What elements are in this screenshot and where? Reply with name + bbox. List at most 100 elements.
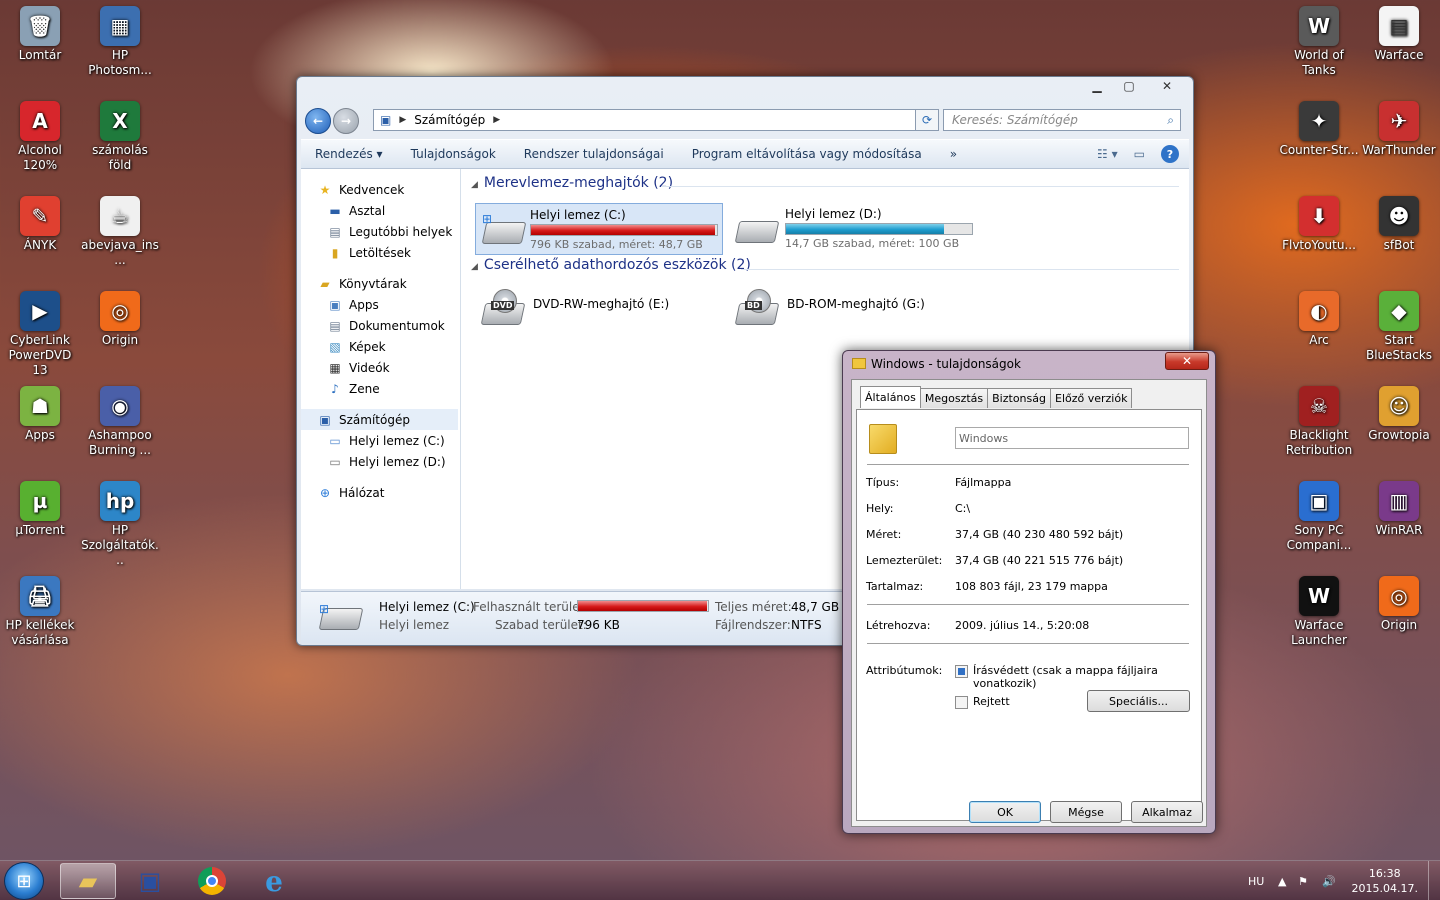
cancel-button[interactable]: Mégse [1050,801,1122,823]
desktop-icon-flvto[interactable]: ⬇ FlvtoYoutu... [1277,196,1361,253]
explorer-folder-icon: ▰ [78,867,98,895]
desktop-icon-blacklight[interactable]: ☠ Blacklight Retribution [1277,386,1361,458]
desktop-icon-hp-services[interactable]: hp HP Szolgáltatók... [78,481,162,568]
nav-music[interactable]: ♪ Zene [301,378,460,399]
desktop-icon-counter-strike[interactable]: ✦ Counter-Str... [1277,101,1361,158]
drive-c-name: Helyi lemez (C:) [530,208,626,222]
separator [867,464,1189,465]
nav-favorites[interactable]: ★ Kedvencek [301,179,460,200]
desktop-icon-label: CyberLink PowerDVD 13 [8,333,72,377]
desktop-icon-excel-file[interactable]: Xszámolás föld [78,101,162,173]
taskbar-internet-explorer[interactable]: e [246,863,302,899]
nav-downloads[interactable]: ▮ Letöltések [301,242,460,263]
action-center-icon[interactable]: ⚑ [1298,861,1308,900]
hidden-checkbox[interactable] [955,696,968,709]
drive-d-item[interactable]: Helyi lemez (D:) 14,7 GB szabad, méret: … [729,203,977,255]
computer-icon: ▣ [380,113,392,127]
dvd-drive-item[interactable]: DVD DVD-RW-meghajtó (E:) [475,285,723,337]
preview-pane-icon[interactable]: ▭ [1134,147,1145,161]
minimize-button[interactable]: ▁ [1081,77,1113,95]
breadcrumb-computer[interactable]: Számítógép [414,113,485,127]
nav-network[interactable]: ⊕ Hálózat [301,482,460,503]
nav-apps[interactable]: ▣ Apps [301,294,460,315]
desktop-icon-winrar[interactable]: ▥ WinRAR [1357,481,1440,538]
tab-security[interactable]: Biztonság [987,388,1051,408]
nav-pictures[interactable]: ▧ Képek [301,336,460,357]
desktop-icon-arc[interactable]: ◐ Arc [1277,291,1361,348]
clock[interactable]: 16:38 2015.04.17. [1352,866,1418,896]
desktop-icon-bluestacks[interactable]: ◆ Start BlueStacks [1357,291,1440,363]
nav-documents[interactable]: ▤ Dokumentumok [301,315,460,336]
nav-drive-d[interactable]: ▭ Helyi lemez (D:) [301,451,460,472]
desktop-icon-hp-supplies[interactable]: 🖨 HP kellékek vásárlása [0,576,82,648]
details-name: Helyi lemez (C:) [379,600,475,614]
uninstall-program-button[interactable]: Program eltávolítása vagy módosítása [678,147,936,161]
organize-button[interactable]: Rendezés ▾ [301,147,397,161]
nav-desktop[interactable]: ▬ Asztal [301,200,460,221]
drive-c-item[interactable]: ⊞ Helyi lemez (C:) 796 KB szabad, méret:… [475,203,723,255]
volume-icon[interactable]: 🔊 [1322,861,1336,900]
desktop-icon-sfbot[interactable]: ☻ sfBot [1357,196,1440,253]
folder-name-field[interactable]: Windows [955,427,1189,449]
removable-group-header[interactable]: ◢ Cserélhető adathordozós eszközök (2) [471,257,751,273]
language-indicator[interactable]: HU [1248,861,1264,900]
desktop-icon-utorrent[interactable]: µ µTorrent [0,481,82,538]
desktop-icon-origin[interactable]: ◎ Origin [78,291,162,348]
show-hidden-icons-icon[interactable]: ▲ [1278,861,1286,900]
desktop-icon-warface[interactable]: ▤ Warface [1357,6,1440,63]
desktop-icon-sony-pc-companion[interactable]: ▣ Sony PC Compani... [1277,481,1361,553]
hidden-label[interactable]: Rejtett [973,695,1010,708]
address-bar[interactable]: ▣ ▶ Számítógép ▶ ▼ [373,109,937,131]
nav-libraries[interactable]: ▰ Könyvtárak [301,273,460,294]
desktop-icon-anyk[interactable]: ✎ ÁNYK [0,196,82,253]
bd-drive-item[interactable]: BD BD-ROM-meghajtó (G:) [729,285,977,337]
refresh-button[interactable]: ⟳ [915,109,939,131]
view-options-icon[interactable]: ☷ ▾ [1097,147,1118,161]
properties-button[interactable]: Tulajdonságok [397,147,510,161]
desktop-icon-label: számolás föld [92,143,148,172]
readonly-checkbox[interactable] [955,665,968,678]
system-properties-button[interactable]: Rendszer tulajdonságai [510,147,678,161]
maximize-button[interactable]: ▢ [1113,77,1145,95]
hdd-group-header[interactable]: ◢ Merevlemez-meghajtók (2) [471,175,673,191]
desktop-icon-alcohol-120[interactable]: A Alcohol 120% [0,101,82,173]
tab-general[interactable]: Általános [860,386,921,408]
taskbar-explorer[interactable]: ▰ [60,863,116,899]
android-apps-icon: ☗ [20,386,60,426]
breadcrumb-chevron-icon[interactable]: ▶ [493,115,500,125]
readonly-label[interactable]: Írásvédett (csak a mappa fájljaira vonat… [973,664,1201,690]
desktop-icon-powerdvd[interactable]: ▶ CyberLink PowerDVD 13 [0,291,82,378]
show-desktop-button[interactable] [1428,861,1440,900]
close-button[interactable]: ✕ [1145,77,1189,95]
search-icon[interactable]: ⌕ [1167,113,1174,128]
desktop-icon-warface-launcher[interactable]: W Warface Launcher [1277,576,1361,648]
bd-drive-icon: BD [733,289,781,329]
taskbar-save-app[interactable]: ▣ [122,863,178,899]
tab-sharing[interactable]: Megosztás [919,388,989,408]
ok-button[interactable]: OK [969,801,1041,823]
tab-previous-versions[interactable]: Előző verziók [1050,388,1133,408]
nav-recent-places[interactable]: ▤ Legutóbbi helyek [301,221,460,242]
nav-drive-c[interactable]: ▭ Helyi lemez (C:) [301,430,460,451]
nav-computer[interactable]: ▣ Számítógép [301,409,458,430]
back-button[interactable]: ← [305,108,331,134]
help-icon[interactable]: ? [1161,145,1179,163]
dialog-close-button[interactable]: ✕ [1165,352,1209,370]
desktop-icon-java-installer[interactable]: ☕ abevjava_ins... [78,196,162,268]
desktop-icon-recycle-bin[interactable]: 🗑 Lomtár [0,6,82,63]
desktop-icon-android-apps[interactable]: ☗ Apps [0,386,82,443]
taskbar-chrome[interactable] [184,863,240,899]
advanced-button[interactable]: Speciális... [1087,690,1190,712]
forward-button[interactable]: → [333,108,359,134]
desktop-icon-ashampoo[interactable]: ◉ Ashampoo Burning ... [78,386,162,458]
desktop-icon-hp-photosmart[interactable]: ▦ HP Photosm... [78,6,162,78]
more-commands-button[interactable]: » [936,147,971,161]
nav-videos[interactable]: ▦ Videók [301,357,460,378]
search-input[interactable]: Keresés: Számítógép ⌕ [943,109,1181,131]
desktop-icon-warthunder[interactable]: ✈ WarThunder [1357,101,1440,158]
desktop-icon-world-of-tanks[interactable]: W World of Tanks [1277,6,1361,78]
desktop-icon-growtopia[interactable]: ☺ Growtopia [1357,386,1440,443]
desktop-icon-origin[interactable]: ◎ Origin [1357,576,1440,633]
apply-button[interactable]: Alkalmaz [1131,801,1203,823]
start-button[interactable]: ⊞ [4,862,44,900]
